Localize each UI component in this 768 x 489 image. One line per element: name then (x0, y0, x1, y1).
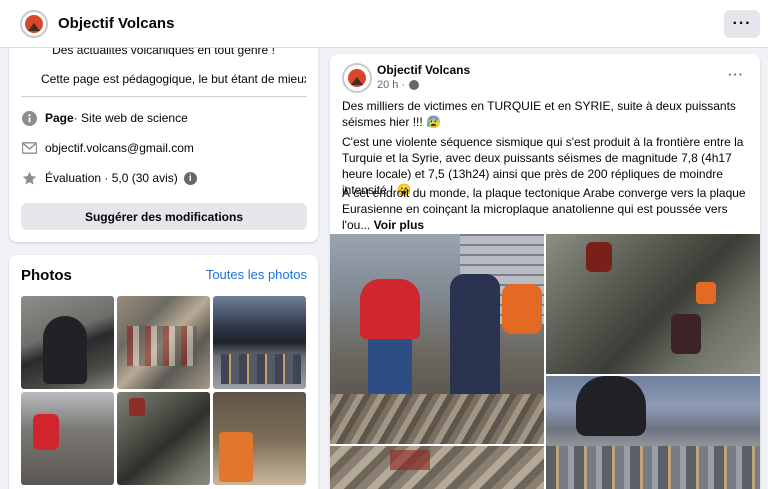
author-avatar[interactable] (342, 63, 372, 93)
photo-thumbnail[interactable] (213, 392, 306, 485)
all-photos-link[interactable]: Toutes les photos (206, 267, 307, 282)
more-icon: ··· (732, 15, 752, 32)
photo-thumbnail[interactable] (117, 296, 210, 389)
more-options-button[interactable]: ··· (724, 10, 760, 38)
see-more-link[interactable]: Voir plus (374, 218, 424, 232)
rating-text[interactable]: Évaluation · 5,0 (30 avis) (45, 171, 178, 185)
email-row: objectif.volcans@gmail.com (21, 140, 194, 156)
photos-title: Photos (21, 267, 72, 284)
post-photo-aerial[interactable] (330, 446, 544, 489)
star-icon (21, 170, 37, 186)
page-logo[interactable] (20, 9, 48, 38)
info-icon[interactable]: i (183, 171, 197, 185)
post-more-button[interactable]: ··· (728, 67, 744, 82)
post-photo-city-smoke[interactable] (546, 376, 760, 489)
post-photo-rescue-workers[interactable] (330, 234, 544, 444)
category-label: Page (45, 111, 74, 125)
intro-card: Des actualités volcaniques en tout genre… (9, 38, 318, 242)
category-value[interactable]: · Site web de science (74, 111, 188, 125)
post-photo-rubble-night[interactable] (546, 234, 760, 374)
post-paragraph-3: À cet endroit du monde, la plaque tecton… (342, 185, 752, 233)
page-title[interactable]: Objectif Volcans (58, 15, 174, 32)
post-author[interactable]: Objectif Volcans (377, 63, 470, 77)
photo-thumbnail[interactable] (21, 392, 114, 485)
divider (21, 96, 307, 97)
post-time-text[interactable]: 20 h · (377, 79, 405, 91)
photos-card: Photos Toutes les photos (9, 255, 318, 489)
post-paragraph-1: Des milliers de victimes en TURQUIE et e… (342, 99, 736, 129)
email-icon (21, 140, 37, 156)
info-icon (21, 110, 37, 126)
email-link[interactable]: objectif.volcans@gmail.com (45, 141, 194, 155)
page-header: Objectif Volcans ··· (0, 0, 768, 48)
suggest-edits-button[interactable]: Suggérer des modifications (21, 203, 307, 230)
post-timestamp: 20 h · (377, 79, 420, 91)
category-row: Page · Site web de science (21, 110, 188, 126)
post-card: Objectif Volcans 20 h · ··· Des milliers… (330, 54, 760, 489)
globe-icon (409, 80, 420, 90)
intro-description: Cette page est pédagogique, le but étant… (41, 72, 306, 86)
rating-row: Évaluation · 5,0 (30 avis) i (21, 170, 197, 186)
photo-thumbnail[interactable] (213, 296, 306, 389)
photo-thumbnail[interactable] (21, 296, 114, 389)
photo-thumbnail[interactable] (117, 392, 210, 485)
